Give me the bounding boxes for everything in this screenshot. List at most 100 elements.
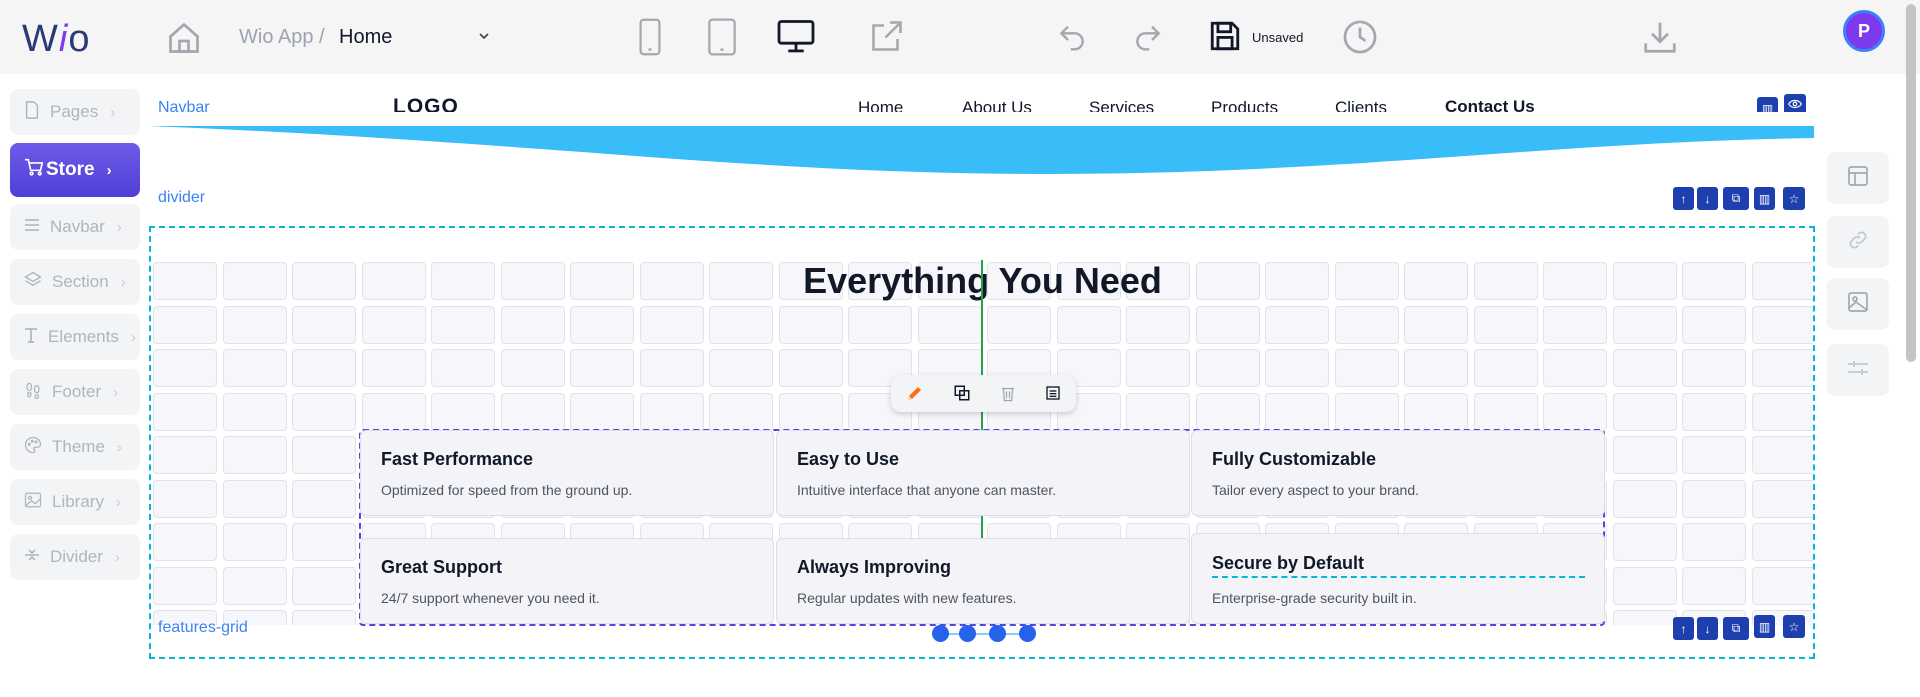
grid-cell — [639, 349, 704, 387]
undo-icon[interactable] — [1055, 20, 1089, 52]
divider-favorite-button[interactable]: ☆ — [1783, 187, 1805, 210]
features-duplicate-button[interactable]: ⧉ — [1723, 617, 1749, 640]
grid-cell — [1195, 305, 1260, 344]
grid-cell — [361, 349, 426, 387]
feature-card[interactable]: Easy to Use Intuitive interface that any… — [776, 430, 1190, 516]
layout-tool[interactable] — [1827, 152, 1889, 204]
features-move-up-button[interactable]: ↑ — [1673, 617, 1694, 640]
sidebar-item-elements[interactable]: Elements › — [10, 314, 140, 360]
feature-title[interactable]: Fast Performance — [381, 449, 753, 470]
grid-cell — [292, 479, 356, 518]
copy-icon: ⧉ — [1731, 191, 1741, 205]
feature-card-selected[interactable]: Secure by Default Enterprise-grade secur… — [1191, 533, 1605, 624]
feature-description[interactable]: Intuitive interface that anyone can mast… — [797, 482, 1169, 498]
divider-icon — [24, 547, 40, 568]
feature-description[interactable]: Regular updates with new features. — [797, 590, 1169, 606]
sidebar-item-navbar[interactable]: Navbar › — [10, 204, 140, 250]
save-status: Unsaved — [1252, 30, 1304, 45]
trash-icon[interactable] — [998, 383, 1018, 403]
grid-cell — [500, 305, 565, 344]
resize-track — [940, 633, 1028, 635]
feature-card[interactable]: Fast Performance Optimized for speed fro… — [360, 430, 774, 516]
sidebar-item-section[interactable]: Section › — [10, 259, 140, 305]
grid-cell — [1404, 392, 1468, 431]
home-icon[interactable] — [166, 18, 202, 58]
grid-cell — [361, 305, 426, 344]
link-icon — [1846, 228, 1870, 257]
app-logo[interactable]: Wio — [22, 18, 90, 61]
copy-icon[interactable] — [952, 383, 972, 403]
breadcrumb-page[interactable]: Home — [339, 26, 392, 49]
grid-cell — [1473, 349, 1538, 387]
chevron-right-icon: › — [116, 218, 122, 236]
chevron-down-icon[interactable] — [476, 28, 492, 44]
grid-cell — [1751, 523, 1813, 561]
grid-cell — [1612, 479, 1677, 518]
divider-duplicate-button[interactable]: ⧉ — [1723, 187, 1749, 210]
grid-cell — [292, 436, 356, 474]
grid-cell — [153, 392, 217, 431]
grid-cell — [431, 349, 495, 387]
divider-move-down-button[interactable]: ↓ — [1697, 187, 1718, 210]
grid-cell — [1404, 349, 1468, 387]
features-favorite-button[interactable]: ☆ — [1783, 615, 1805, 638]
features-delete-button[interactable]: ▥ — [1754, 615, 1775, 638]
trash-icon: ▥ — [1758, 619, 1771, 634]
chevron-right-icon: › — [130, 328, 136, 346]
chevron-right-icon: › — [115, 493, 121, 511]
feature-title[interactable]: Easy to Use — [797, 449, 1169, 470]
breadcrumb-app[interactable]: Wio App — [239, 26, 313, 49]
resize-handle[interactable] — [1019, 625, 1036, 642]
resize-handle[interactable] — [932, 625, 949, 642]
grid-cell — [1126, 305, 1190, 344]
grid-cell — [500, 262, 565, 300]
grid-cell — [1682, 262, 1746, 300]
sidebar-item-theme[interactable]: Theme › — [10, 424, 140, 470]
redo-icon[interactable] — [1131, 20, 1165, 52]
mobile-view-icon[interactable] — [639, 18, 661, 56]
user-avatar[interactable]: P — [1843, 10, 1885, 52]
features-move-down-button[interactable]: ↓ — [1697, 617, 1718, 640]
save-icon[interactable] — [1208, 19, 1242, 53]
grid-cell — [1543, 392, 1607, 431]
pencil-icon[interactable] — [905, 383, 925, 403]
feature-title[interactable]: Always Improving — [797, 557, 1169, 578]
feature-description[interactable]: 24/7 support whenever you need it. — [381, 590, 753, 606]
feature-card[interactable]: Fully Customizable Tailor every aspect t… — [1191, 430, 1605, 516]
grid-cell — [222, 436, 287, 474]
grid-cell — [709, 349, 773, 387]
adjustments-tool[interactable] — [1827, 344, 1889, 396]
feature-title[interactable]: Fully Customizable — [1212, 449, 1584, 470]
download-icon[interactable] — [1641, 18, 1679, 56]
divider-move-up-button[interactable]: ↑ — [1673, 187, 1694, 210]
sidebar-item-label: Elements — [48, 327, 119, 346]
sidebar-item-pages[interactable]: Pages › — [10, 89, 140, 135]
grid-cell — [1612, 436, 1677, 474]
resize-handle[interactable] — [989, 625, 1006, 642]
page-scrollbar[interactable] — [1906, 4, 1916, 362]
feature-description[interactable]: Enterprise-grade security built in. — [1212, 590, 1584, 606]
sidebar-item-label: Navbar — [50, 217, 105, 236]
feature-description[interactable]: Tailor every aspect to your brand. — [1212, 482, 1584, 498]
feature-title[interactable]: Great Support — [381, 557, 753, 578]
external-preview-icon[interactable] — [869, 18, 905, 54]
image-tool[interactable] — [1827, 278, 1889, 330]
details-icon[interactable] — [1043, 383, 1063, 403]
feature-title[interactable]: Secure by Default — [1212, 553, 1585, 578]
feature-card[interactable]: Always Improving Regular updates with ne… — [776, 538, 1190, 624]
divider-delete-button[interactable]: ▥ — [1754, 187, 1775, 210]
grid-cell — [500, 349, 565, 387]
sidebar-item-library[interactable]: Library › — [10, 479, 140, 525]
sidebar-item-footer[interactable]: Footer › — [10, 369, 140, 415]
resize-handle[interactable] — [959, 625, 976, 642]
feature-card[interactable]: Great Support 24/7 support whenever you … — [360, 538, 774, 624]
grid-cell — [709, 305, 773, 344]
sidebar-item-divider[interactable]: Divider › — [10, 534, 140, 580]
link-tool[interactable] — [1827, 216, 1889, 268]
tablet-view-icon[interactable] — [707, 18, 737, 56]
star-icon: ☆ — [1788, 191, 1800, 206]
history-icon[interactable] — [1341, 18, 1379, 56]
sidebar-item-store[interactable]: Store › — [10, 143, 140, 197]
desktop-view-icon[interactable] — [777, 20, 815, 54]
feature-description[interactable]: Optimized for speed from the ground up. — [381, 482, 753, 498]
